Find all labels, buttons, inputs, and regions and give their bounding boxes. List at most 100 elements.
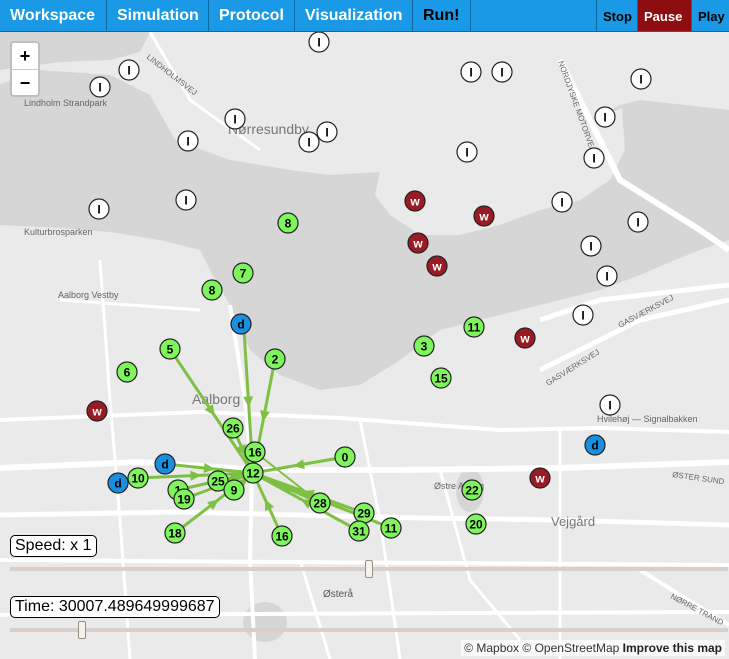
info-node-label: I [636,216,639,230]
time-slider-track[interactable] [10,628,728,632]
attribution-osm[interactable]: © OpenStreetMap [522,641,619,655]
zoom-in-button[interactable]: + [12,43,38,69]
menu-bar: Workspace Simulation Protocol Visualizat… [0,0,729,32]
agent-node[interactable]: 31 [348,520,370,542]
warehouse-node[interactable]: w [473,205,495,227]
agent-node[interactable]: 8 [201,279,223,301]
warehouse-node[interactable]: w [404,190,426,212]
warehouse-node[interactable]: w [514,327,536,349]
agent-node-label: 11 [385,522,398,536]
info-node-label: I [589,240,592,254]
agent-node[interactable]: 3 [413,335,435,357]
depot-node[interactable]: d [584,434,606,456]
agent-node-label: 16 [275,530,289,544]
info-node[interactable]: I [596,265,618,287]
info-node[interactable]: I [599,394,621,416]
map-attribution: © Mapbox © OpenStreetMap Improve this ma… [461,640,725,656]
agent-node[interactable]: 7 [232,262,254,284]
agent-node-label: 8 [285,217,292,231]
warehouse-node-label: w [91,405,102,419]
agent-node-label: 25 [211,475,225,489]
info-node[interactable]: I [224,108,246,130]
agent-node[interactable]: 8 [277,212,299,234]
agent-node-label: 28 [313,497,327,511]
info-node-label: I [639,73,642,87]
agent-node[interactable]: 6 [116,361,138,383]
warehouse-node[interactable]: w [407,232,429,254]
info-node[interactable]: I [572,304,594,326]
info-node-label: I [325,126,328,140]
info-node-label: I [317,36,320,50]
info-node[interactable]: I [460,61,482,83]
agent-node-label: 9 [231,484,238,498]
info-node[interactable]: I [627,211,649,233]
agent-node-label: 18 [168,527,182,541]
agent-node[interactable]: 0 [334,446,356,468]
speed-slider-thumb[interactable] [365,560,373,578]
agent-node[interactable]: 15 [430,367,452,389]
info-node-label: I [603,111,606,125]
agent-node[interactable]: 9 [223,479,245,501]
map-label-kulturbrosparken: Kulturbrosparken [24,227,93,237]
tab-workspace[interactable]: Workspace [0,0,107,31]
agent-node-label: 20 [469,518,483,532]
info-node[interactable]: I [177,130,199,152]
agent-node[interactable]: 11 [463,316,485,338]
info-node[interactable]: I [580,235,602,257]
warehouse-node[interactable]: w [86,400,108,422]
attribution-improve-link[interactable]: Improve this map [623,641,722,655]
tab-visualization[interactable]: Visualization [295,0,413,31]
agent-node-label: 10 [131,472,145,486]
lake-south [243,602,287,642]
warehouse-node[interactable]: w [426,255,448,277]
pause-button[interactable]: Pause [637,0,691,31]
agent-node[interactable]: 19 [173,488,195,510]
info-node[interactable]: I [175,189,197,211]
agent-node[interactable]: 18 [164,522,186,544]
agent-node-label: 2 [272,353,279,367]
info-node-label: I [127,64,130,78]
depot-node-label: d [591,439,598,453]
info-node[interactable]: I [118,59,140,81]
agent-node[interactable]: 11 [380,517,402,539]
info-node[interactable]: I [316,121,338,143]
agent-node[interactable]: 16 [244,441,266,463]
tab-run[interactable]: Run! [413,0,471,31]
zoom-out-button[interactable]: − [12,69,38,96]
info-node[interactable]: I [88,198,110,220]
info-node[interactable]: I [491,61,513,83]
agent-node[interactable]: 20 [465,513,487,535]
map-label-aalborg-vestby: Aalborg Vestby [58,290,119,300]
info-node[interactable]: I [551,191,573,213]
depot-node[interactable]: d [154,453,176,475]
info-node-label: I [184,194,187,208]
agent-node[interactable]: 28 [309,492,331,514]
depot-node[interactable]: d [230,313,252,335]
info-node[interactable]: I [298,131,320,153]
attribution-mapbox[interactable]: © Mapbox [464,641,519,655]
info-node-label: I [500,66,503,80]
agent-node-label: 3 [421,340,428,354]
agent-node[interactable]: 12 [242,462,264,484]
info-node[interactable]: I [456,141,478,163]
tab-simulation[interactable]: Simulation [107,0,209,31]
tab-protocol[interactable]: Protocol [209,0,295,31]
agent-node[interactable]: 22 [461,479,483,501]
depot-node[interactable]: d [107,472,129,494]
info-node[interactable]: I [594,106,616,128]
warehouse-node[interactable]: w [529,467,551,489]
stop-button[interactable]: Stop [596,0,637,31]
info-node[interactable]: I [583,147,605,169]
time-slider-thumb[interactable] [77,621,86,639]
play-button[interactable]: Play [691,0,729,31]
info-node[interactable]: I [630,68,652,90]
agent-node[interactable]: 10 [127,467,149,489]
agent-node[interactable]: 2 [264,348,286,370]
zoom-control: + − [10,41,40,97]
info-node[interactable]: I [308,32,330,53]
agent-node[interactable]: 5 [159,338,181,360]
agent-node[interactable]: 26 [222,417,244,439]
info-node[interactable]: I [89,76,111,98]
agent-node[interactable]: 29 [353,502,375,524]
agent-node[interactable]: 16 [271,525,293,547]
